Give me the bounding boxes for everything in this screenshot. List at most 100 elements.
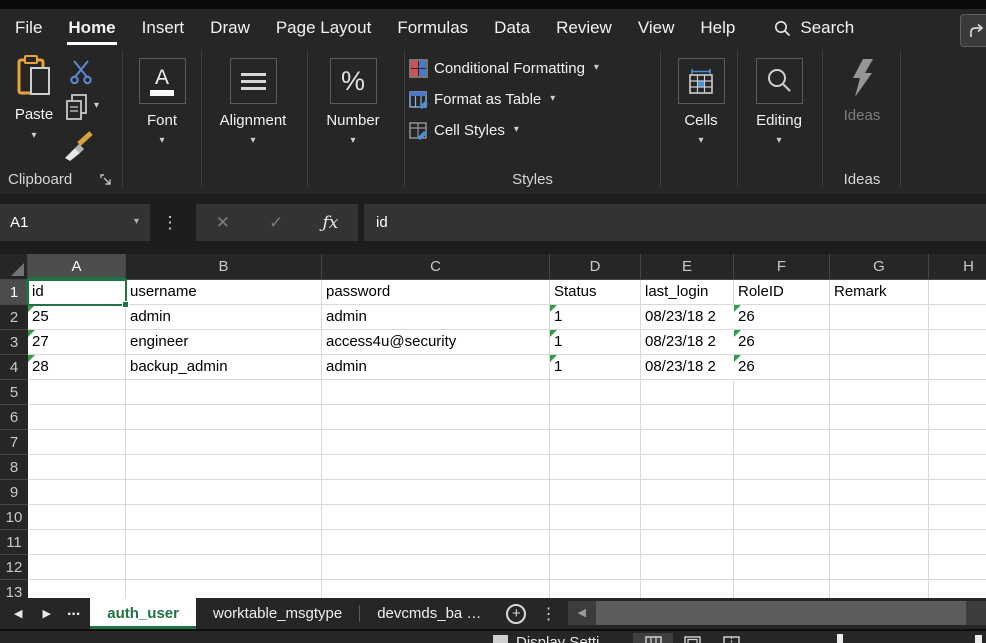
row-header-6[interactable]: 6 (0, 405, 28, 430)
cell-F5[interactable] (734, 380, 830, 405)
formula-input[interactable]: id (364, 204, 986, 241)
cell-H4[interactable] (929, 355, 986, 380)
cell-C12[interactable] (322, 555, 550, 580)
cell-C8[interactable] (322, 455, 550, 480)
paste-dropdown-icon[interactable]: ▾ (31, 131, 36, 141)
cell-F4[interactable]: 26 (734, 355, 830, 380)
enter-icon[interactable]: ✓ (269, 213, 283, 233)
cell-B7[interactable] (126, 430, 322, 455)
cell-A12[interactable] (28, 555, 126, 580)
cell-H3[interactable] (929, 330, 986, 355)
cell-D1[interactable]: Status (550, 280, 641, 305)
cell-F1[interactable]: RoleID (734, 280, 830, 305)
formula-bar-handle-icon[interactable]: ⋮ (163, 204, 177, 241)
select-all-button[interactable] (0, 254, 28, 280)
cell-A5[interactable] (28, 380, 126, 405)
display-settings-label[interactable]: Display Setti (516, 634, 599, 643)
menu-insert[interactable]: Insert (129, 9, 198, 47)
row-header-1[interactable]: 1 (0, 280, 28, 305)
cell-G2[interactable] (830, 305, 929, 330)
cell-B1[interactable]: username (126, 280, 322, 305)
sheet-menu-icon[interactable]: ⋮ (526, 598, 568, 629)
cell-F6[interactable] (734, 405, 830, 430)
cell-A8[interactable] (28, 455, 126, 480)
cell-A1[interactable]: id (28, 280, 126, 305)
column-header-H[interactable]: H (929, 254, 986, 280)
column-header-E[interactable]: E (641, 254, 734, 280)
row-header-10[interactable]: 10 (0, 505, 28, 530)
cell-D6[interactable] (550, 405, 641, 430)
scroll-left-icon[interactable]: ◀ (577, 606, 585, 619)
cell-C10[interactable] (322, 505, 550, 530)
cell-A6[interactable] (28, 405, 126, 430)
cell-H13[interactable] (929, 580, 986, 598)
cell-E3[interactable]: 08/23/18 2 (641, 330, 734, 355)
editing-dropdown-icon[interactable]: ▾ (776, 136, 781, 146)
sheet-tab-devcmds_ba[interactable]: devcmds_ba … (360, 598, 498, 629)
cell-G5[interactable] (830, 380, 929, 405)
ideas-button[interactable]: Ideas (830, 57, 894, 124)
search-control[interactable]: Search (774, 18, 854, 38)
cell-F9[interactable] (734, 480, 830, 505)
cell-B11[interactable] (126, 530, 322, 555)
cell-G4[interactable] (830, 355, 929, 380)
cell-E2[interactable]: 08/23/18 2 (641, 305, 734, 330)
menu-review[interactable]: Review (543, 9, 625, 47)
sheet-tab-worktable_msgtype[interactable]: worktable_msgtype (196, 598, 359, 629)
cell-C5[interactable] (322, 380, 550, 405)
cell-C9[interactable] (322, 480, 550, 505)
number-group-button[interactable]: % Number ▾ (306, 58, 400, 146)
row-header-12[interactable]: 12 (0, 555, 28, 580)
cell-D12[interactable] (550, 555, 641, 580)
menu-file[interactable]: File (2, 9, 55, 47)
normal-view-button[interactable] (633, 633, 673, 643)
cell-B3[interactable]: engineer (126, 330, 322, 355)
cell-G3[interactable] (830, 330, 929, 355)
clipboard-dialog-launcher-icon[interactable] (100, 174, 112, 186)
add-sheet-button[interactable]: + (506, 604, 526, 624)
cell-B6[interactable] (126, 405, 322, 430)
cell-B4[interactable]: backup_admin (126, 355, 322, 380)
name-box[interactable]: A1 ▾ (0, 204, 150, 241)
row-header-13[interactable]: 13 (0, 580, 28, 598)
cell-H10[interactable] (929, 505, 986, 530)
cell-G10[interactable] (830, 505, 929, 530)
cell-F13[interactable] (734, 580, 830, 598)
column-header-A[interactable]: A (28, 254, 126, 280)
cell-E7[interactable] (641, 430, 734, 455)
cell-D4[interactable]: 1 (550, 355, 641, 380)
format-as-table-button[interactable]: Format as Table ▾ (409, 88, 555, 110)
cell-B12[interactable] (126, 555, 322, 580)
cell-D5[interactable] (550, 380, 641, 405)
cell-B8[interactable] (126, 455, 322, 480)
cell-B9[interactable] (126, 480, 322, 505)
menu-view[interactable]: View (625, 9, 688, 47)
menu-draw[interactable]: Draw (197, 9, 263, 47)
copy-dropdown-icon[interactable]: ▾ (94, 101, 99, 111)
conditional-formatting-button[interactable]: Conditional Formatting ▾ (409, 57, 599, 79)
cell-E5[interactable] (641, 380, 734, 405)
zoom-slider-handle[interactable] (837, 634, 843, 643)
cell-E10[interactable] (641, 505, 734, 530)
cell-C1[interactable]: password (322, 280, 550, 305)
cell-D9[interactable] (550, 480, 641, 505)
column-header-F[interactable]: F (734, 254, 830, 280)
row-header-3[interactable]: 3 (0, 330, 28, 355)
next-sheet-button[interactable]: ▶ (32, 598, 60, 629)
cell-A9[interactable] (28, 480, 126, 505)
font-dropdown-icon[interactable]: ▾ (159, 136, 164, 146)
cell-F11[interactable] (734, 530, 830, 555)
format-painter-icon[interactable] (62, 131, 94, 161)
cell-E6[interactable] (641, 405, 734, 430)
cell-E9[interactable] (641, 480, 734, 505)
prev-sheet-button[interactable]: ◀ (0, 598, 32, 629)
cell-H1[interactable] (929, 280, 986, 305)
cell-H9[interactable] (929, 480, 986, 505)
cell-D8[interactable] (550, 455, 641, 480)
display-settings-icon[interactable] (493, 635, 508, 643)
row-header-4[interactable]: 4 (0, 355, 28, 380)
cell-G11[interactable] (830, 530, 929, 555)
cell-A4[interactable]: 28 (28, 355, 126, 380)
menu-help[interactable]: Help (687, 9, 748, 47)
cell-D13[interactable] (550, 580, 641, 598)
